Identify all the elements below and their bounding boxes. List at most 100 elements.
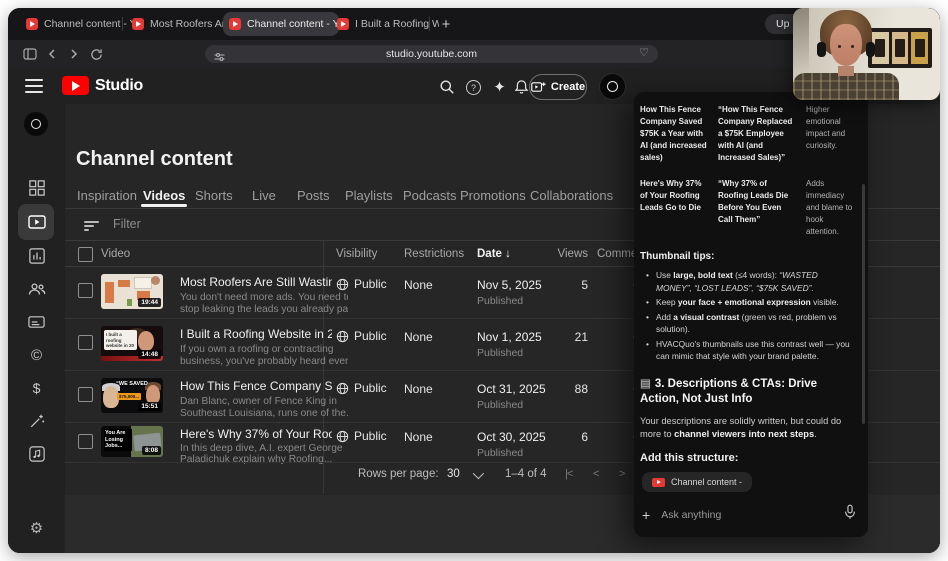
tab-playlists[interactable]: Playlists — [345, 188, 393, 203]
sidebar-item-earn[interactable]: $ — [8, 374, 65, 402]
help-icon[interactable]: ? — [466, 80, 481, 95]
sidebar-item-audio-library[interactable] — [8, 440, 65, 468]
prev-page-button[interactable]: < — [593, 468, 600, 480]
reload-icon[interactable] — [88, 46, 104, 62]
tab-separator — [122, 17, 123, 31]
rows-per-page-value[interactable]: 30 — [447, 468, 460, 480]
row-checkbox[interactable] — [78, 387, 93, 402]
browser-tab-2[interactable]: Most Roofers Are Stil — [126, 8, 233, 40]
url-text: studio.youtube.com — [385, 48, 478, 60]
video-title[interactable]: Most Roofers Are Still Wasting Thous... — [180, 275, 332, 289]
tab-videos[interactable]: Videos — [143, 188, 185, 203]
wall-shadow — [793, 8, 809, 73]
attach-plus-icon[interactable]: + — [642, 507, 650, 523]
sidebar-item-community[interactable] — [8, 275, 65, 303]
favorite-icon[interactable]: ♡ — [639, 46, 649, 59]
ask-input[interactable]: Ask anything — [661, 509, 833, 521]
menu-icon[interactable] — [25, 79, 43, 93]
duration-badge: 8:08 — [141, 446, 161, 455]
filter-icon — [84, 221, 100, 231]
tab-posts[interactable]: Posts — [297, 188, 330, 203]
browser-tab-1[interactable]: Channel content - Yo — [20, 8, 132, 40]
sidebar-toggle-icon[interactable] — [22, 46, 38, 62]
studio-brand[interactable]: Studio — [95, 77, 143, 95]
tab-inspiration[interactable]: Inspiration — [77, 188, 137, 203]
next-page-button[interactable]: > — [619, 468, 626, 480]
analytics-icon — [28, 248, 45, 264]
mic-icon[interactable] — [844, 504, 856, 525]
video-description: Paladichuk explain why Roofing... — [180, 454, 333, 465]
video-thumbnail[interactable]: You Are Losing Jobs... 8:08 — [101, 426, 163, 457]
video-title[interactable]: I Built a Roofing Website in 20 Minute..… — [180, 327, 332, 341]
forward-icon[interactable] — [66, 46, 82, 62]
ask-input-row: + Ask anything — [642, 504, 856, 525]
channel-avatar[interactable] — [24, 112, 48, 136]
video-description: Dan Blanc, owner of Fence King in — [180, 396, 337, 407]
create-button[interactable]: Create — [529, 74, 587, 100]
video-thumbnail[interactable]: 19:44 — [101, 274, 163, 309]
filter-input[interactable]: Filter — [113, 217, 141, 231]
tab-promotions[interactable]: Promotions — [460, 188, 526, 203]
new-tab-button[interactable]: + — [434, 12, 458, 36]
picture-frame — [868, 28, 932, 68]
content-icon — [27, 215, 46, 229]
person-shirt — [793, 73, 899, 100]
url-field[interactable]: studio.youtube.com ♡ — [205, 45, 658, 63]
video-thumbnail[interactable]: I built a roofing website in 20 minutes.… — [101, 326, 163, 361]
row-checkbox[interactable] — [78, 335, 93, 350]
tab-separator — [429, 17, 430, 31]
account-avatar[interactable] — [599, 73, 626, 100]
views-cell: 21 — [574, 330, 588, 344]
views-cell: 5 — [581, 278, 588, 292]
visibility-cell[interactable]: Public — [336, 381, 387, 395]
sparkle-icon[interactable]: ✦ — [491, 78, 508, 96]
headphone-right-cup — [866, 42, 875, 57]
select-all-checkbox[interactable] — [78, 247, 93, 262]
sidebar-item-customization[interactable] — [8, 407, 65, 435]
sort-down-icon: ↓ — [505, 248, 511, 260]
sidebar-item-content[interactable] — [8, 208, 65, 236]
context-chip[interactable]: Channel content - — [642, 472, 753, 492]
studio-sidebar: © $ ⚙ ! — [8, 104, 66, 553]
video-title[interactable]: Here's Why 37% of Your Roofing Lead... — [180, 427, 332, 441]
visibility-cell[interactable]: Public — [336, 329, 387, 343]
section-heading: ▤ 3. Descriptions & CTAs: Drive Action, N… — [640, 377, 817, 405]
sidebar-item-subtitles[interactable] — [8, 308, 65, 336]
video-thumbnail[interactable]: “WE SAVED $75,000... 15:51 — [101, 378, 163, 413]
visibility-cell[interactable]: Public — [336, 277, 387, 291]
youtube-logo[interactable] — [62, 76, 89, 95]
row-checkbox[interactable] — [78, 434, 93, 449]
panel-scrollbar[interactable] — [862, 184, 865, 424]
community-icon — [28, 283, 45, 295]
tab-podcasts[interactable]: Podcasts — [403, 188, 456, 203]
thumbnail-tips-heading: Thumbnail tips: — [640, 251, 715, 262]
sidebar-item-feedback[interactable]: ! — [8, 547, 65, 553]
browser-tab-4[interactable]: I Built a Roofing Web — [331, 8, 439, 40]
browser-tab-3-active[interactable]: Channel content - Yo — [223, 12, 339, 36]
restrictions-cell: None — [404, 430, 433, 444]
col-date-sort[interactable]: Date ↓ — [477, 248, 511, 260]
youtube-favicon — [132, 18, 144, 30]
search-icon[interactable] — [438, 78, 455, 95]
back-icon[interactable] — [44, 46, 60, 62]
sidebar-item-analytics[interactable] — [8, 242, 65, 270]
comparison-current: How This Fence Company Saved $75K a Year… — [640, 105, 707, 162]
create-label: Create — [550, 81, 586, 93]
tab-collaborations[interactable]: Collaborations — [530, 188, 613, 203]
site-settings-icon[interactable] — [214, 49, 225, 67]
visibility-cell[interactable]: Public — [336, 429, 387, 443]
duration-badge: 15:51 — [138, 402, 161, 411]
views-cell: 88 — [574, 382, 588, 396]
sidebar-item-settings[interactable]: ⚙ — [8, 514, 65, 542]
row-checkbox[interactable] — [78, 283, 93, 298]
tab-shorts[interactable]: Shorts — [195, 188, 233, 203]
chevron-down-icon[interactable] — [472, 467, 485, 482]
notifications-bell-icon[interactable] — [513, 78, 530, 95]
sidebar-item-copyright[interactable]: © — [8, 341, 65, 369]
date-cell: Oct 30, 2025 Published — [477, 430, 546, 459]
tab-live[interactable]: Live — [252, 188, 276, 203]
comparison-suggested: “How This Fence Company Replaced a $75K … — [718, 105, 793, 162]
video-title[interactable]: How This Fence Company Saved $75... — [180, 379, 332, 393]
first-page-button[interactable]: |< — [565, 468, 573, 480]
sidebar-item-dashboard[interactable] — [8, 174, 65, 202]
